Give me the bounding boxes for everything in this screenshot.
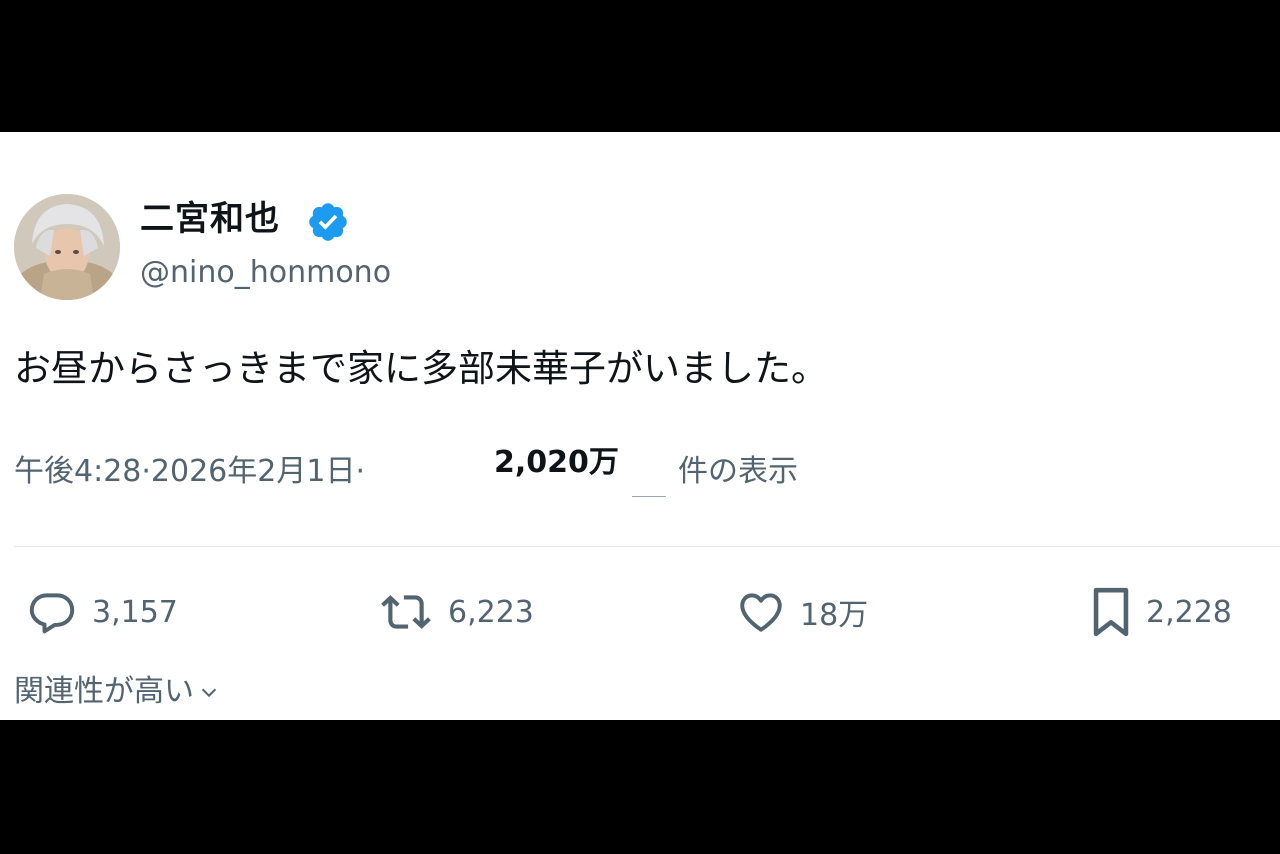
tweet-meta: 午後4:28 · 2026年2月1日 · xyxy=(14,452,365,492)
divider xyxy=(14,546,1280,547)
bookmark-icon xyxy=(1093,587,1129,637)
tweet-text: お昼からさっきまで家に多部未華子がいました。 xyxy=(14,347,828,390)
bookmark-button[interactable]: 2,228 xyxy=(1088,582,1232,642)
retweet-icon xyxy=(381,595,431,629)
heart-icon xyxy=(740,593,782,632)
tweet-card: 二宮和也 @nino_honmono お昼からさっきまで家に多部未華子がいました… xyxy=(0,132,1280,720)
like-button[interactable]: 18万 xyxy=(734,582,868,642)
display-name[interactable]: 二宮和也 xyxy=(140,199,280,239)
author-handle[interactable]: @nino_honmono xyxy=(140,255,391,291)
meta-separator: · xyxy=(141,454,151,489)
retweet-count: 6,223 xyxy=(448,594,534,630)
meta-separator: · xyxy=(355,454,365,489)
views-count[interactable]: 2,020万 xyxy=(494,445,619,481)
views-label: 件の表示 xyxy=(678,454,798,489)
reply-button[interactable]: 3,157 xyxy=(24,582,178,642)
verified-badge-icon xyxy=(309,203,347,241)
tweet-time[interactable]: 午後4:28 xyxy=(14,452,141,492)
replies-sort-label: 関連性が高い xyxy=(14,674,194,709)
tweet-date[interactable]: 2026年2月1日 xyxy=(151,452,356,492)
retweet-button[interactable]: 6,223 xyxy=(376,582,534,642)
reply-icon xyxy=(29,593,75,634)
avatar-image xyxy=(14,194,120,300)
avatar[interactable] xyxy=(14,194,120,300)
views-underline xyxy=(632,496,666,497)
bookmark-count: 2,228 xyxy=(1146,594,1232,630)
chevron-down-icon xyxy=(201,688,217,698)
like-count: 18万 xyxy=(800,598,869,633)
reply-count: 3,157 xyxy=(92,594,178,630)
replies-sort-dropdown[interactable]: 関連性が高い xyxy=(14,672,220,712)
